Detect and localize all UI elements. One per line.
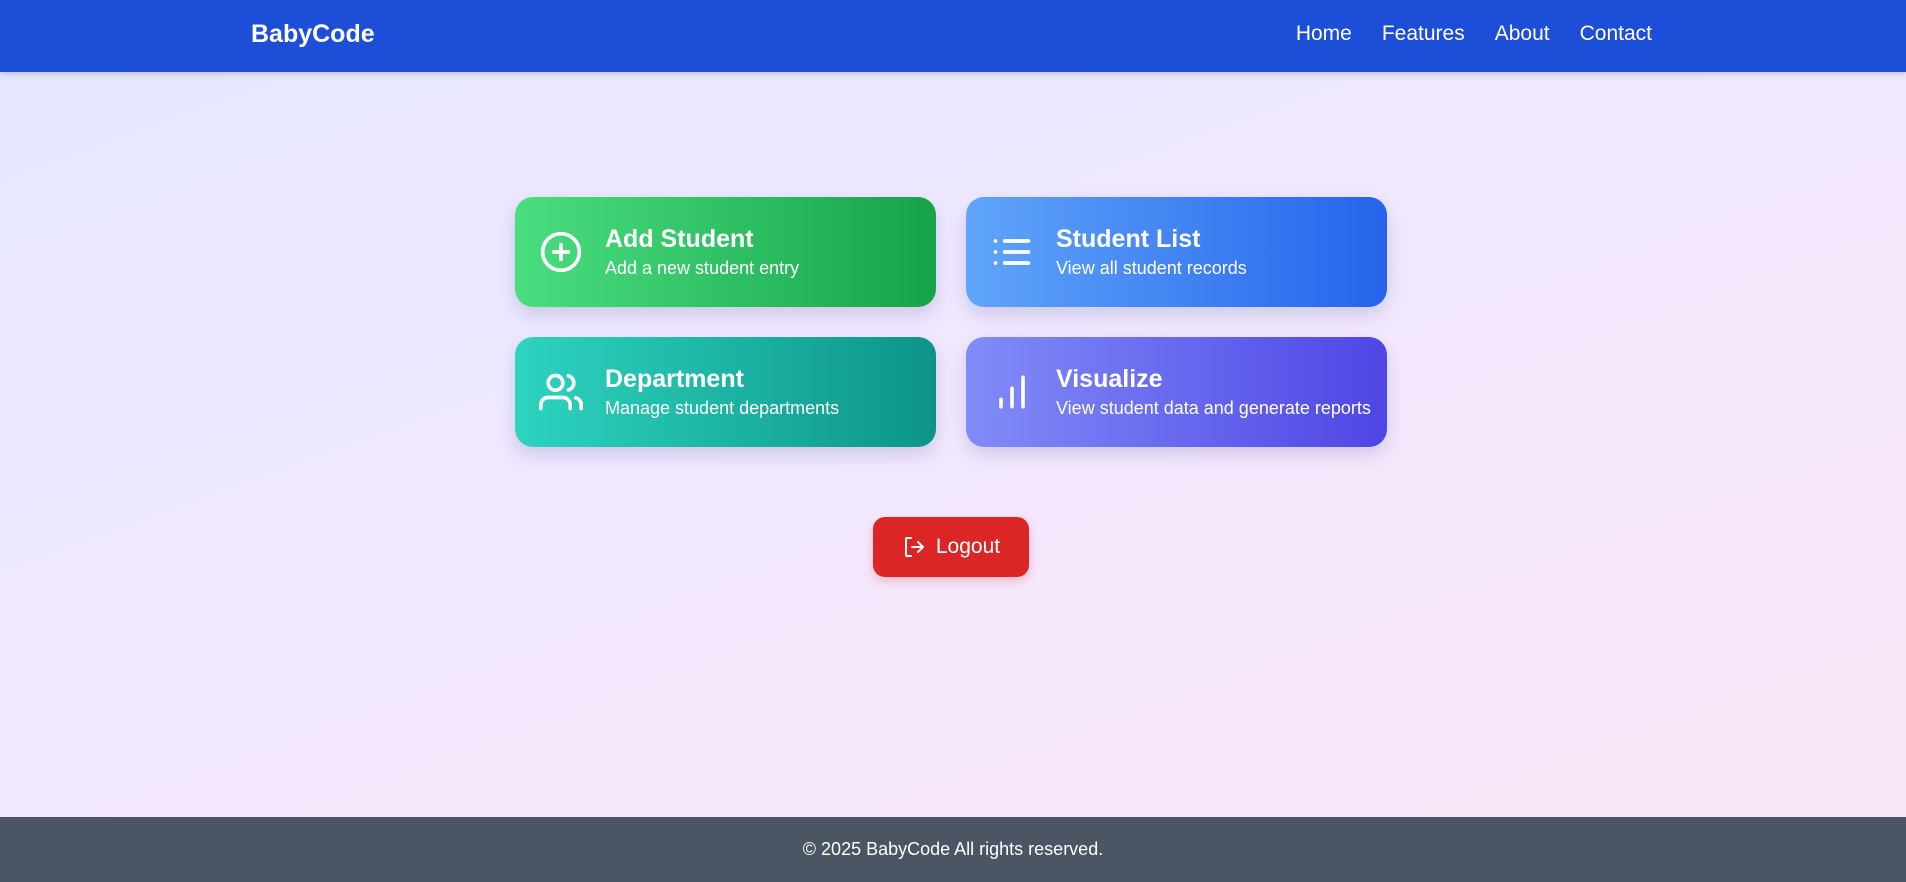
nav-link-features[interactable]: Features [1382, 22, 1465, 46]
card-text: Student List View all student records [1056, 224, 1247, 280]
logout-button[interactable]: Logout [873, 517, 1029, 577]
card-text: Add Student Add a new student entry [605, 224, 799, 280]
list-icon [993, 239, 1031, 265]
card-description: Add a new student entry [605, 258, 800, 278]
logout-label: Logout [935, 535, 1001, 558]
copyright-text: © 2025 BabyCode All rights reserved. [802, 839, 1104, 859]
department-card[interactable]: Department Manage student departments [515, 337, 936, 447]
bar-chart-icon [999, 375, 1025, 409]
navbar: BabyCode Home Features About Contact [0, 0, 1906, 72]
card-description: Manage student departments [605, 398, 840, 418]
logout-icon [904, 537, 924, 557]
plus-circle-icon [540, 231, 582, 273]
card-text: Department Manage student departments [605, 364, 839, 420]
users-icon [539, 373, 583, 411]
add-student-card[interactable]: Add Student Add a new student entry [515, 197, 936, 307]
card-text: Visualize View student data and generate… [1056, 364, 1371, 420]
nav-link-about[interactable]: About [1495, 22, 1550, 46]
card-title: Visualize [1056, 365, 1163, 393]
nav-link-contact[interactable]: Contact [1580, 22, 1652, 46]
card-description: View student data and generate reports [1056, 398, 1371, 418]
footer: © 2025 BabyCode All rights reserved. [0, 817, 1906, 882]
nav-links: Home Features About Contact [1296, 22, 1652, 46]
brand-logo[interactable]: BabyCode [251, 20, 375, 49]
card-title: Department [605, 365, 744, 393]
card-title: Student List [1056, 225, 1201, 253]
card-description: View all student records [1056, 258, 1247, 278]
student-list-card[interactable]: Student List View all student records [966, 197, 1387, 307]
card-title: Add Student [605, 225, 754, 253]
visualize-card[interactable]: Visualize View student data and generate… [966, 337, 1387, 447]
nav-link-home[interactable]: Home [1296, 22, 1352, 46]
